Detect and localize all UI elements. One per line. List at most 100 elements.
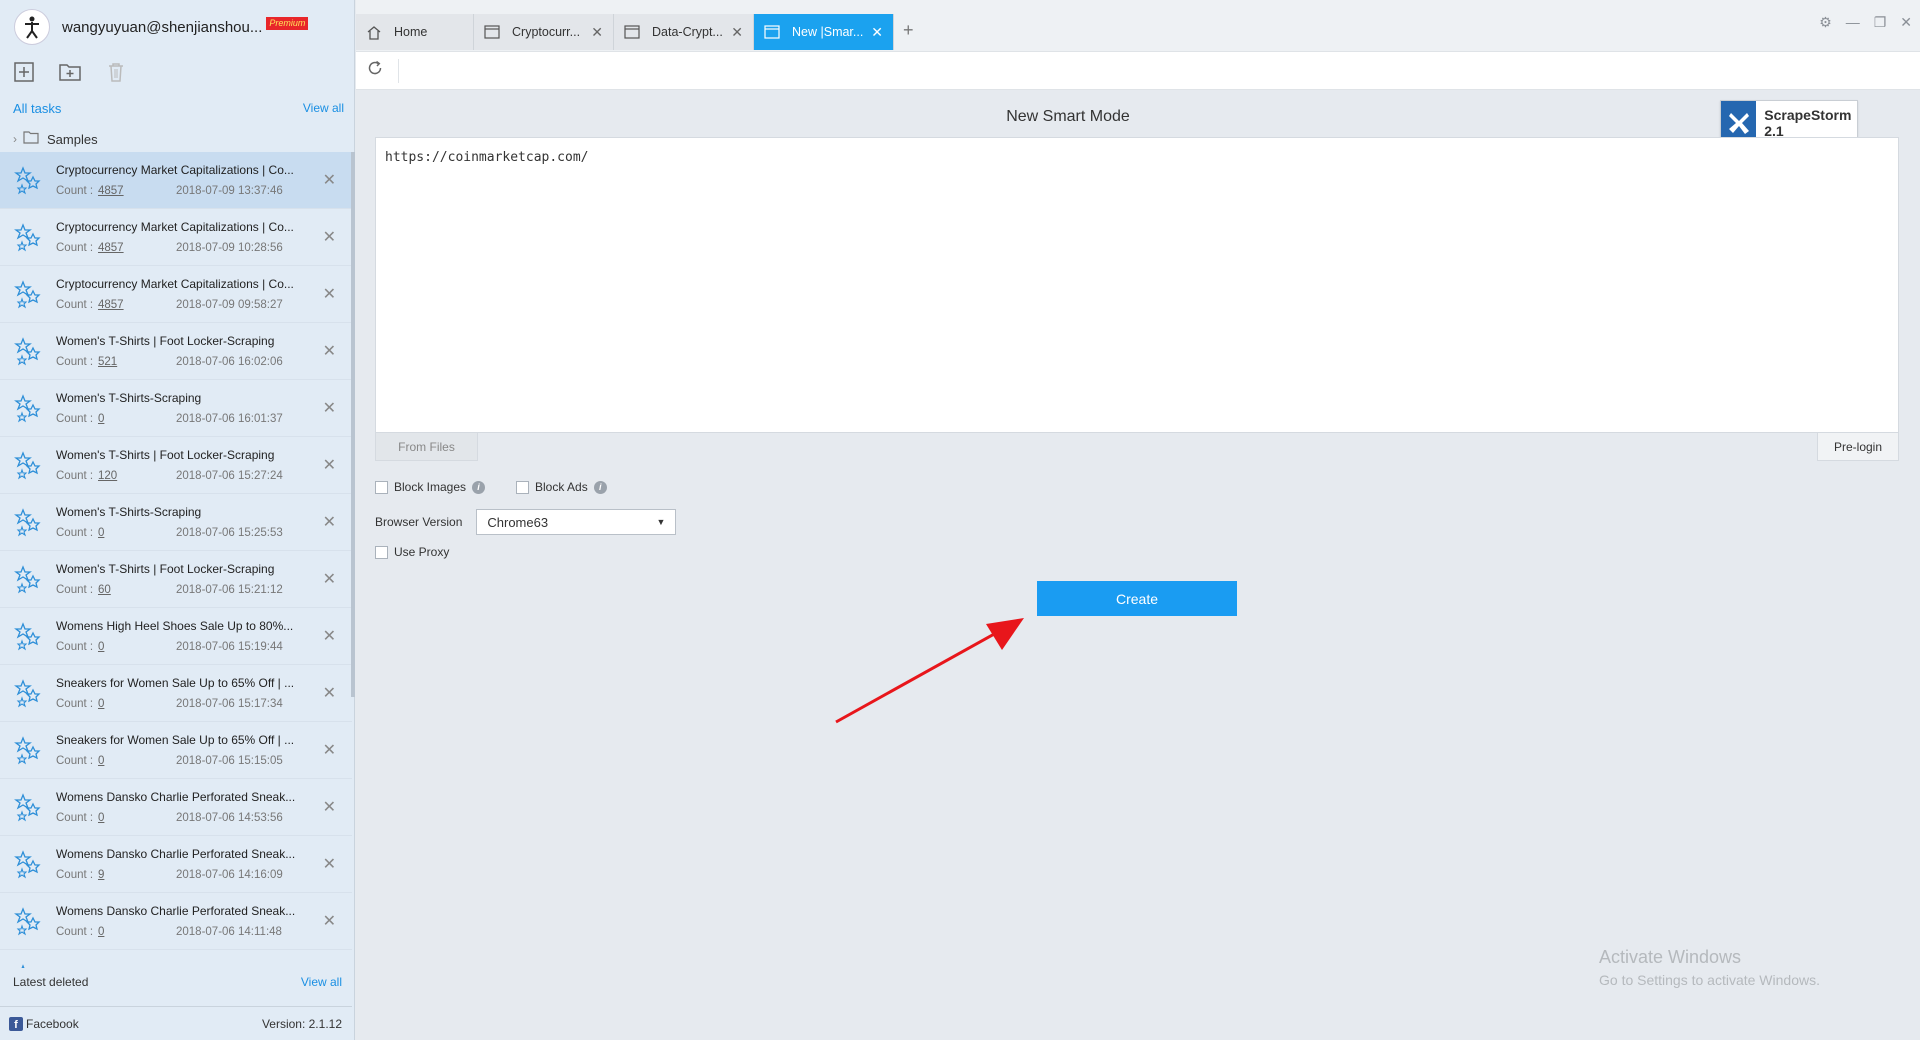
- task-date: 2018-07-06 16:01:37: [176, 413, 283, 425]
- task-list-item[interactable]: Women's T-Shirts | Foot Locker-Scraping C…: [0, 551, 352, 608]
- tab-cryptocurrency[interactable]: Cryptocurr... ✕: [474, 14, 614, 50]
- task-list-item[interactable]: Cryptocurrency Market Capitalizations | …: [0, 152, 352, 209]
- task-meta: Count : 0 2018-07-06 16:01:37: [56, 413, 322, 425]
- chevron-right-icon[interactable]: ›: [13, 132, 17, 146]
- info-icon[interactable]: i: [593, 480, 607, 494]
- task-count[interactable]: 60: [98, 584, 176, 596]
- refresh-icon[interactable]: [366, 59, 384, 82]
- close-icon[interactable]: ✕: [323, 398, 336, 418]
- minimize-icon[interactable]: —: [1846, 14, 1860, 31]
- close-icon[interactable]: ✕: [323, 227, 336, 247]
- task-title: Women's T-Shirts | Foot Locker-Scraping: [56, 334, 275, 348]
- new-task-icon[interactable]: [12, 60, 36, 84]
- user-bar: wangyuyuan@shenjianshou... Premium: [0, 0, 354, 54]
- samples-folder[interactable]: › Samples: [0, 126, 354, 152]
- activate-windows-watermark: Activate Windows Go to Settings to activ…: [1599, 947, 1820, 988]
- task-list-item[interactable]: Womens High Heel Shoes Sale Up to 80%...…: [0, 608, 352, 665]
- task-date: 2018-07-06 14:11:48: [176, 926, 282, 938]
- block-images-checkbox[interactable]: [375, 480, 388, 494]
- restore-icon[interactable]: ❐: [1874, 14, 1887, 31]
- close-icon[interactable]: ✕: [323, 911, 336, 931]
- block-ads-option[interactable]: Block Ads i: [516, 480, 607, 494]
- close-icon[interactable]: ✕: [323, 284, 336, 304]
- close-icon[interactable]: ✕: [323, 455, 336, 475]
- new-folder-icon[interactable]: [58, 60, 82, 84]
- task-list-item[interactable]: Womens Dansko Charlie Perforated Sneak..…: [0, 893, 352, 950]
- use-proxy-option[interactable]: Use Proxy: [375, 545, 449, 559]
- info-icon[interactable]: i: [472, 480, 486, 494]
- smart-task-icon: [0, 735, 56, 765]
- task-count[interactable]: 0: [98, 926, 176, 938]
- task-list-item[interactable]: Womens Dansko Charlie Perforated Sneak..…: [0, 779, 352, 836]
- task-list: Cryptocurrency Market Capitalizations | …: [0, 152, 352, 968]
- view-all-deleted-link[interactable]: View all: [301, 975, 342, 989]
- task-date: 2018-07-09 09:58:27: [176, 299, 283, 311]
- facebook-link[interactable]: f Facebook: [9, 1016, 79, 1031]
- close-icon[interactable]: ✕: [323, 683, 336, 703]
- task-count[interactable]: 4857: [98, 242, 176, 254]
- task-count[interactable]: 0: [98, 641, 176, 653]
- close-icon[interactable]: ✕: [323, 626, 336, 646]
- block-ads-checkbox[interactable]: [516, 480, 529, 494]
- task-count[interactable]: 0: [98, 527, 176, 539]
- task-count[interactable]: 0: [98, 413, 176, 425]
- add-tab-icon[interactable]: +: [903, 20, 914, 41]
- create-button[interactable]: Create: [1037, 581, 1237, 616]
- close-icon[interactable]: ✕: [323, 740, 336, 760]
- tab-new-smart-mode[interactable]: New |Smar... ✕: [754, 14, 894, 50]
- tab-data-crypto[interactable]: Data-Crypt... ✕: [614, 14, 754, 50]
- task-list-item[interactable]: Women's T-Shirts-Scraping Count : 0 2018-07…: [0, 380, 352, 437]
- close-icon[interactable]: ✕: [323, 797, 336, 817]
- task-list-item[interactable]: Sneakers for Women Sale Up to 65% Off | …: [0, 722, 352, 779]
- smart-task-icon: [0, 906, 56, 936]
- close-icon[interactable]: ✕: [323, 512, 336, 532]
- all-tasks-label[interactable]: All tasks: [13, 101, 61, 116]
- tab-home[interactable]: Home: [356, 14, 474, 50]
- sidebar-scrollbar[interactable]: [351, 152, 355, 697]
- browser-version-select[interactable]: Chrome63 ▼: [476, 509, 677, 535]
- task-list-item[interactable]: Women's T-Shirts | Foot Locker-Scraping C…: [0, 437, 352, 494]
- from-files-button[interactable]: From Files: [375, 433, 478, 461]
- task-count[interactable]: 0: [98, 812, 176, 824]
- activate-title: Activate Windows: [1599, 947, 1742, 967]
- task-count-label: Count :: [56, 299, 94, 311]
- smart-task-icon: [0, 507, 56, 537]
- task-count[interactable]: 9: [98, 869, 176, 881]
- task-count[interactable]: 0: [98, 755, 176, 767]
- window-controls: ⚙ — ❐ ✕: [1819, 14, 1912, 31]
- task-list-item[interactable]: Cryptocurrency Market Capitalizations | …: [0, 209, 352, 266]
- task-title: Sneakers for Women Sale Up to 65% Off | …: [56, 676, 295, 690]
- close-icon[interactable]: ✕: [323, 341, 336, 361]
- close-icon[interactable]: ✕: [323, 854, 336, 874]
- smart-task-icon: [0, 279, 56, 309]
- task-meta: Count : 0 2018-07-06 15:19:44: [56, 641, 322, 653]
- task-list-item[interactable]: https://www.shoes.com/dansko-charlie-per…: [0, 950, 352, 968]
- close-icon[interactable]: ✕: [731, 24, 743, 41]
- task-count[interactable]: 521: [98, 356, 176, 368]
- settings-gear-icon[interactable]: ⚙: [1819, 14, 1832, 31]
- task-body: Women's T-Shirts | Foot Locker-Scraping C…: [56, 562, 352, 596]
- close-window-icon[interactable]: ✕: [1900, 14, 1912, 31]
- task-list-item[interactable]: Women's T-Shirts-Scraping Count : 0 2018-07…: [0, 494, 352, 551]
- url-input[interactable]: https://coinmarketcap.com/: [375, 137, 1899, 433]
- prelogin-button[interactable]: Pre-login: [1817, 433, 1899, 461]
- close-icon[interactable]: ✕: [323, 170, 336, 190]
- task-count[interactable]: 120: [98, 470, 176, 482]
- task-list-item[interactable]: Sneakers for Women Sale Up to 65% Off | …: [0, 665, 352, 722]
- close-icon[interactable]: ✕: [871, 24, 883, 41]
- use-proxy-checkbox[interactable]: [375, 545, 388, 559]
- task-count[interactable]: 4857: [98, 299, 176, 311]
- close-icon[interactable]: ✕: [591, 24, 603, 41]
- sidebar-footer: f Facebook Version: 2.1.12: [0, 1006, 352, 1040]
- task-count[interactable]: 0: [98, 698, 176, 710]
- task-list-item[interactable]: Cryptocurrency Market Capitalizations | …: [0, 266, 352, 323]
- block-images-option[interactable]: Block Images i: [375, 480, 486, 494]
- task-list-item[interactable]: Womens Dansko Charlie Perforated Sneak..…: [0, 836, 352, 893]
- caret-down-icon: ▼: [656, 517, 666, 527]
- task-count[interactable]: 4857: [98, 185, 176, 197]
- close-icon[interactable]: ✕: [323, 569, 336, 589]
- view-all-tasks-link[interactable]: View all: [303, 101, 344, 115]
- trash-icon[interactable]: [104, 60, 128, 84]
- task-list-item[interactable]: Women's T-Shirts | Foot Locker-Scraping C…: [0, 323, 352, 380]
- avatar[interactable]: [14, 9, 50, 45]
